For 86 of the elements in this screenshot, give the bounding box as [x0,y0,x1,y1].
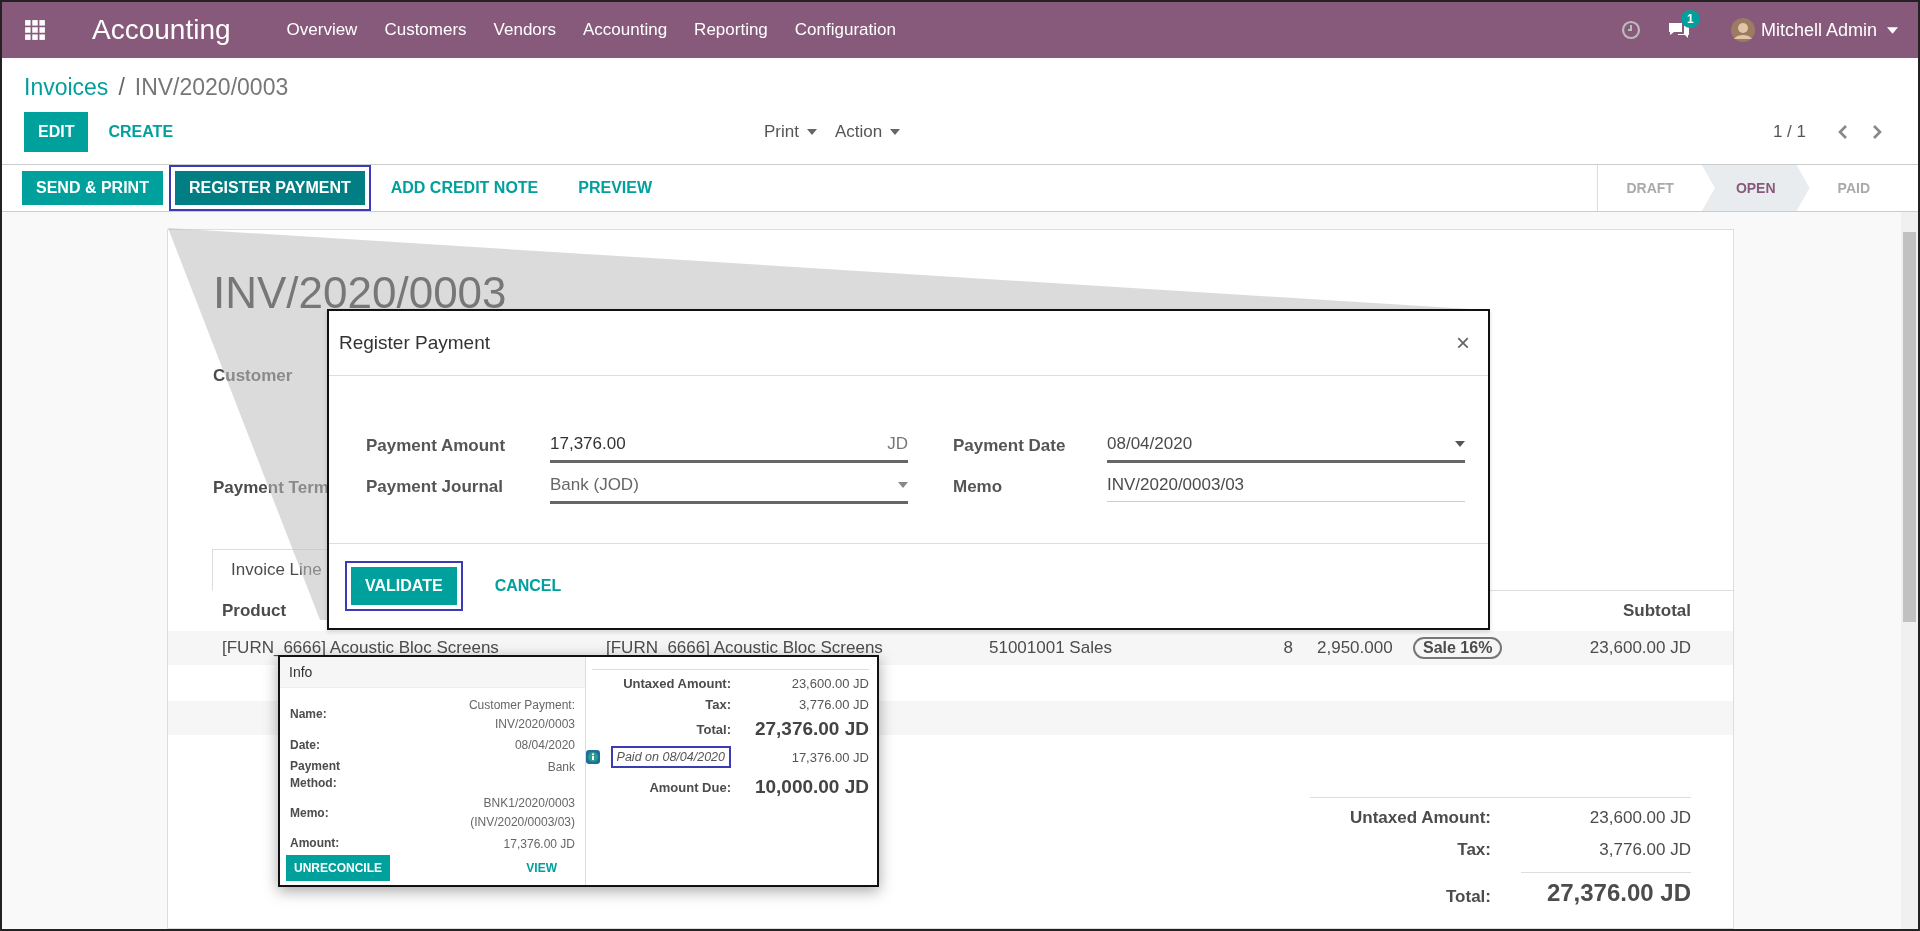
caret-icon [890,129,901,135]
field-label: Payment Term [213,478,329,498]
total-label: Total: [695,721,731,737]
info-value: Bank [546,758,575,776]
header-button[interactable]: REGISTER PAYMENT [168,165,371,211]
total-value: 27,376.00 JD [1521,872,1691,907]
breadcrumb-current: INV/2020/0003 [134,73,289,101]
user-menu[interactable]: Mitchell Admin [1760,19,1877,41]
info-value: 17,376.00 JD [502,835,575,853]
table-cell-text: 8 [1282,638,1293,658]
dialog-title: Register Payment [339,332,490,354]
table-cell-text: [FURN_6666] Acoustic Bloc Screens [222,638,500,658]
field-label: Customer [213,366,293,386]
total-label: Untaxed Amount: [622,676,731,691]
total-label: Tax: [704,697,731,712]
close-button[interactable]: × [1450,328,1476,358]
input-field[interactable]: Bank (JOD) [550,469,908,504]
info-label: Name: [290,706,328,723]
scrollbar[interactable] [1901,212,1918,929]
popover-button[interactable]: UNRECONCILE [286,855,390,881]
info-value: BNK1/2020/0003 (INV/2020/0003/03) [469,795,575,831]
total-value: 23,600.00 JD [1588,808,1691,828]
table-cell: 23,600.00 JD [1589,638,1691,658]
column-header: Subtotal [1623,601,1691,621]
status-step[interactable]: OPEN [1701,165,1810,211]
total-value: 3,776.00 JD [797,697,869,712]
menu-item[interactable]: Configuration [794,20,896,40]
menu-item[interactable]: Customers [384,20,467,40]
next-icon[interactable] [1872,124,1882,140]
dropdown-button[interactable]: Action [834,122,901,142]
info-label: Memo: [290,804,330,822]
total-value: 27,376.00 JD [753,718,869,740]
payment-date: Paid on 08/04/2020 [610,746,731,768]
dropdown-button[interactable]: Print [764,122,817,142]
amount-due: 10,000.00 JD [753,776,869,798]
total-label: Amount Due: [648,779,731,795]
info-label: Date: [290,737,321,754]
input-field[interactable]: 17,376.00 JD [550,428,908,463]
breadcrumb-link[interactable]: Invoices [24,73,109,101]
field-label: Payment Amount [366,435,507,456]
column-header: Product [222,601,287,621]
caret-icon [898,482,908,488]
pager-counter: 1 / 1 [1772,122,1806,142]
field-label: Memo [952,476,1004,497]
dialog-button[interactable]: VALIDATE [345,561,463,611]
avatar-icon[interactable] [1730,18,1755,42]
field-label: Payment Date [952,435,1067,456]
invoice-number: INV/2020/0003 [213,268,508,318]
info-icon[interactable] [586,750,600,764]
dialog-button[interactable]: CANCEL [474,561,582,611]
caret-icon [806,129,817,135]
total-label: Total: [1445,887,1491,907]
popover-header: Info [280,657,585,688]
create-button[interactable]: CREATE [94,112,188,152]
menu-item[interactable]: Overview [286,20,358,40]
edit-button[interactable]: EDIT [24,112,89,152]
total-value: 23,600.00 JD [790,676,869,691]
header-button[interactable]: PREVIEW [558,165,673,211]
input-field[interactable]: INV/2020/0003/03 [1107,469,1465,502]
caret-icon [1455,441,1465,447]
header-button[interactable]: ADD CREDIT NOTE [370,165,559,211]
table-cell-text: 51001001 Sales [989,638,1113,658]
info-value: Customer Payment: INV/2020/0003 [467,697,575,733]
apps-menu-icon[interactable] [24,19,46,41]
total-value: 3,776.00 JD [1598,840,1691,860]
table-cell-text: 2,950.000 [1317,638,1394,658]
previous-icon[interactable] [1838,124,1848,140]
input-field[interactable]: 08/04/2020 [1107,428,1465,463]
menu-item[interactable]: Accounting [583,20,668,40]
total-label: Tax: [1456,840,1491,860]
popover-button[interactable]: VIEW [518,855,565,881]
tax-tag: Sale 16% [1413,637,1503,659]
field-label: Payment Journal [366,476,504,497]
caret-icon[interactable] [1887,26,1898,34]
clock-icon[interactable] [1620,20,1641,40]
notification-badge: 1 [1680,10,1700,28]
total-label: Untaxed Amount: [1349,808,1491,828]
breadcrumb-separator: / [118,73,125,101]
info-label: Payment Method: [290,757,341,792]
table-cell-text: [FURN_6666] Acoustic Bloc Screens [606,638,884,658]
menu-item[interactable]: Vendors [493,20,556,40]
menu-item[interactable]: Reporting [694,20,768,40]
app-title: Accounting [92,14,231,46]
payment-amount: 17,376.00 JD [790,749,869,765]
info-label: Amount: [290,835,341,853]
info-value: 08/04/2020 [513,737,575,755]
